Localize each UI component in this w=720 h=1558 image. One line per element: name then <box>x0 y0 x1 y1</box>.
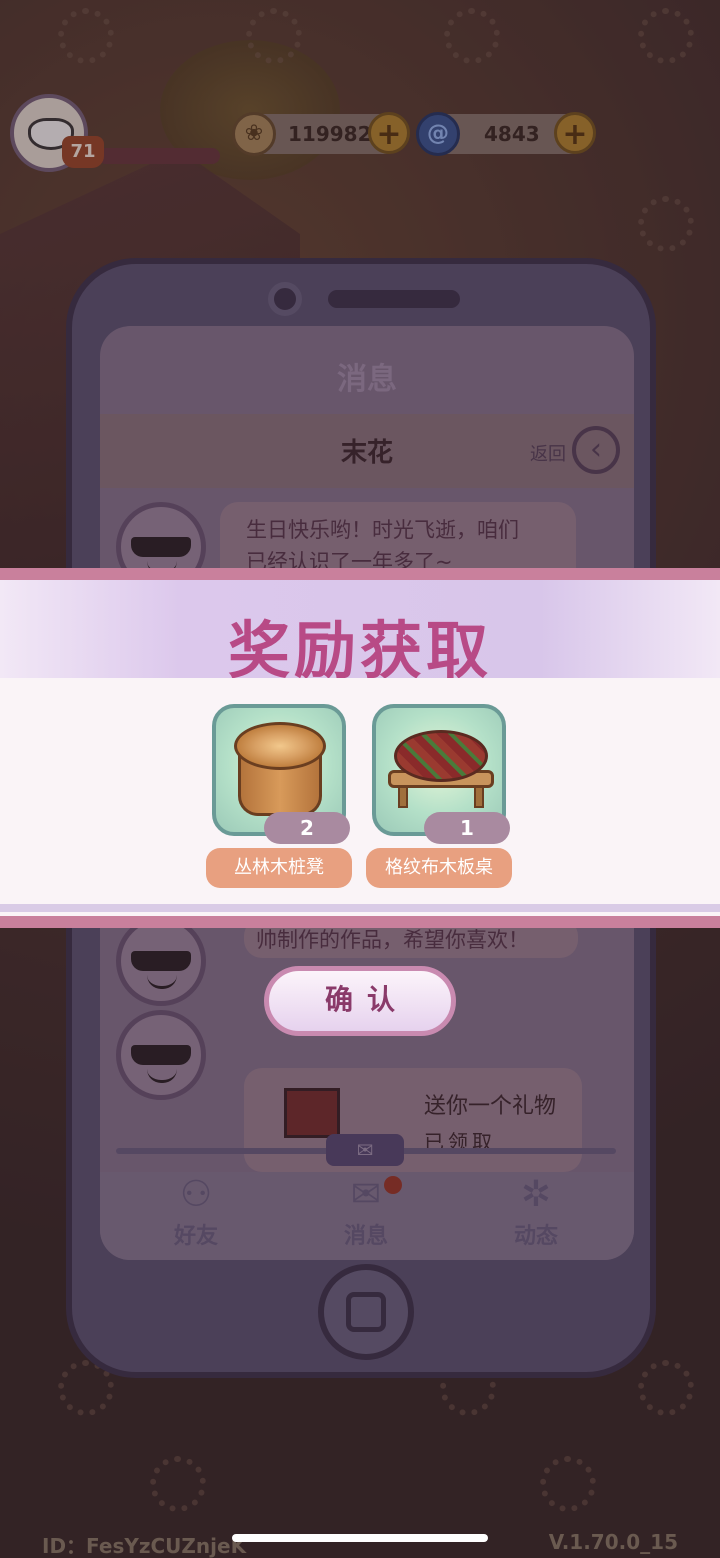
player-id: ID：FesYzCUZnjeK <box>42 1534 247 1558</box>
reward-item-card: 2 <box>212 704 350 844</box>
confirm-button[interactable]: 确认 <box>264 966 456 1036</box>
home-indicator[interactable] <box>232 1534 488 1542</box>
version-label: V.1.70.0_15 <box>548 1530 678 1554</box>
reward-banner: 奖励获取 2 丛林木桩凳 1 格纹布木板桌 <box>0 568 720 928</box>
reward-item-count: 1 <box>424 812 510 844</box>
reward-item-name: 丛林木桩凳 <box>206 848 352 888</box>
plaid-wooden-table-icon <box>388 730 494 814</box>
reward-item-card: 1 <box>372 704 510 844</box>
reward-item[interactable]: 2 丛林木桩凳 <box>206 704 352 888</box>
reward-item-name: 格纹布木板桌 <box>366 848 512 888</box>
reward-header: 奖励获取 <box>0 580 720 687</box>
reward-body <box>0 678 720 904</box>
reward-item-count: 2 <box>264 812 350 844</box>
reward-title: 奖励获取 <box>227 614 492 687</box>
tree-stump-stool-icon <box>234 722 326 818</box>
reward-item[interactable]: 1 格纹布木板桌 <box>366 704 512 888</box>
